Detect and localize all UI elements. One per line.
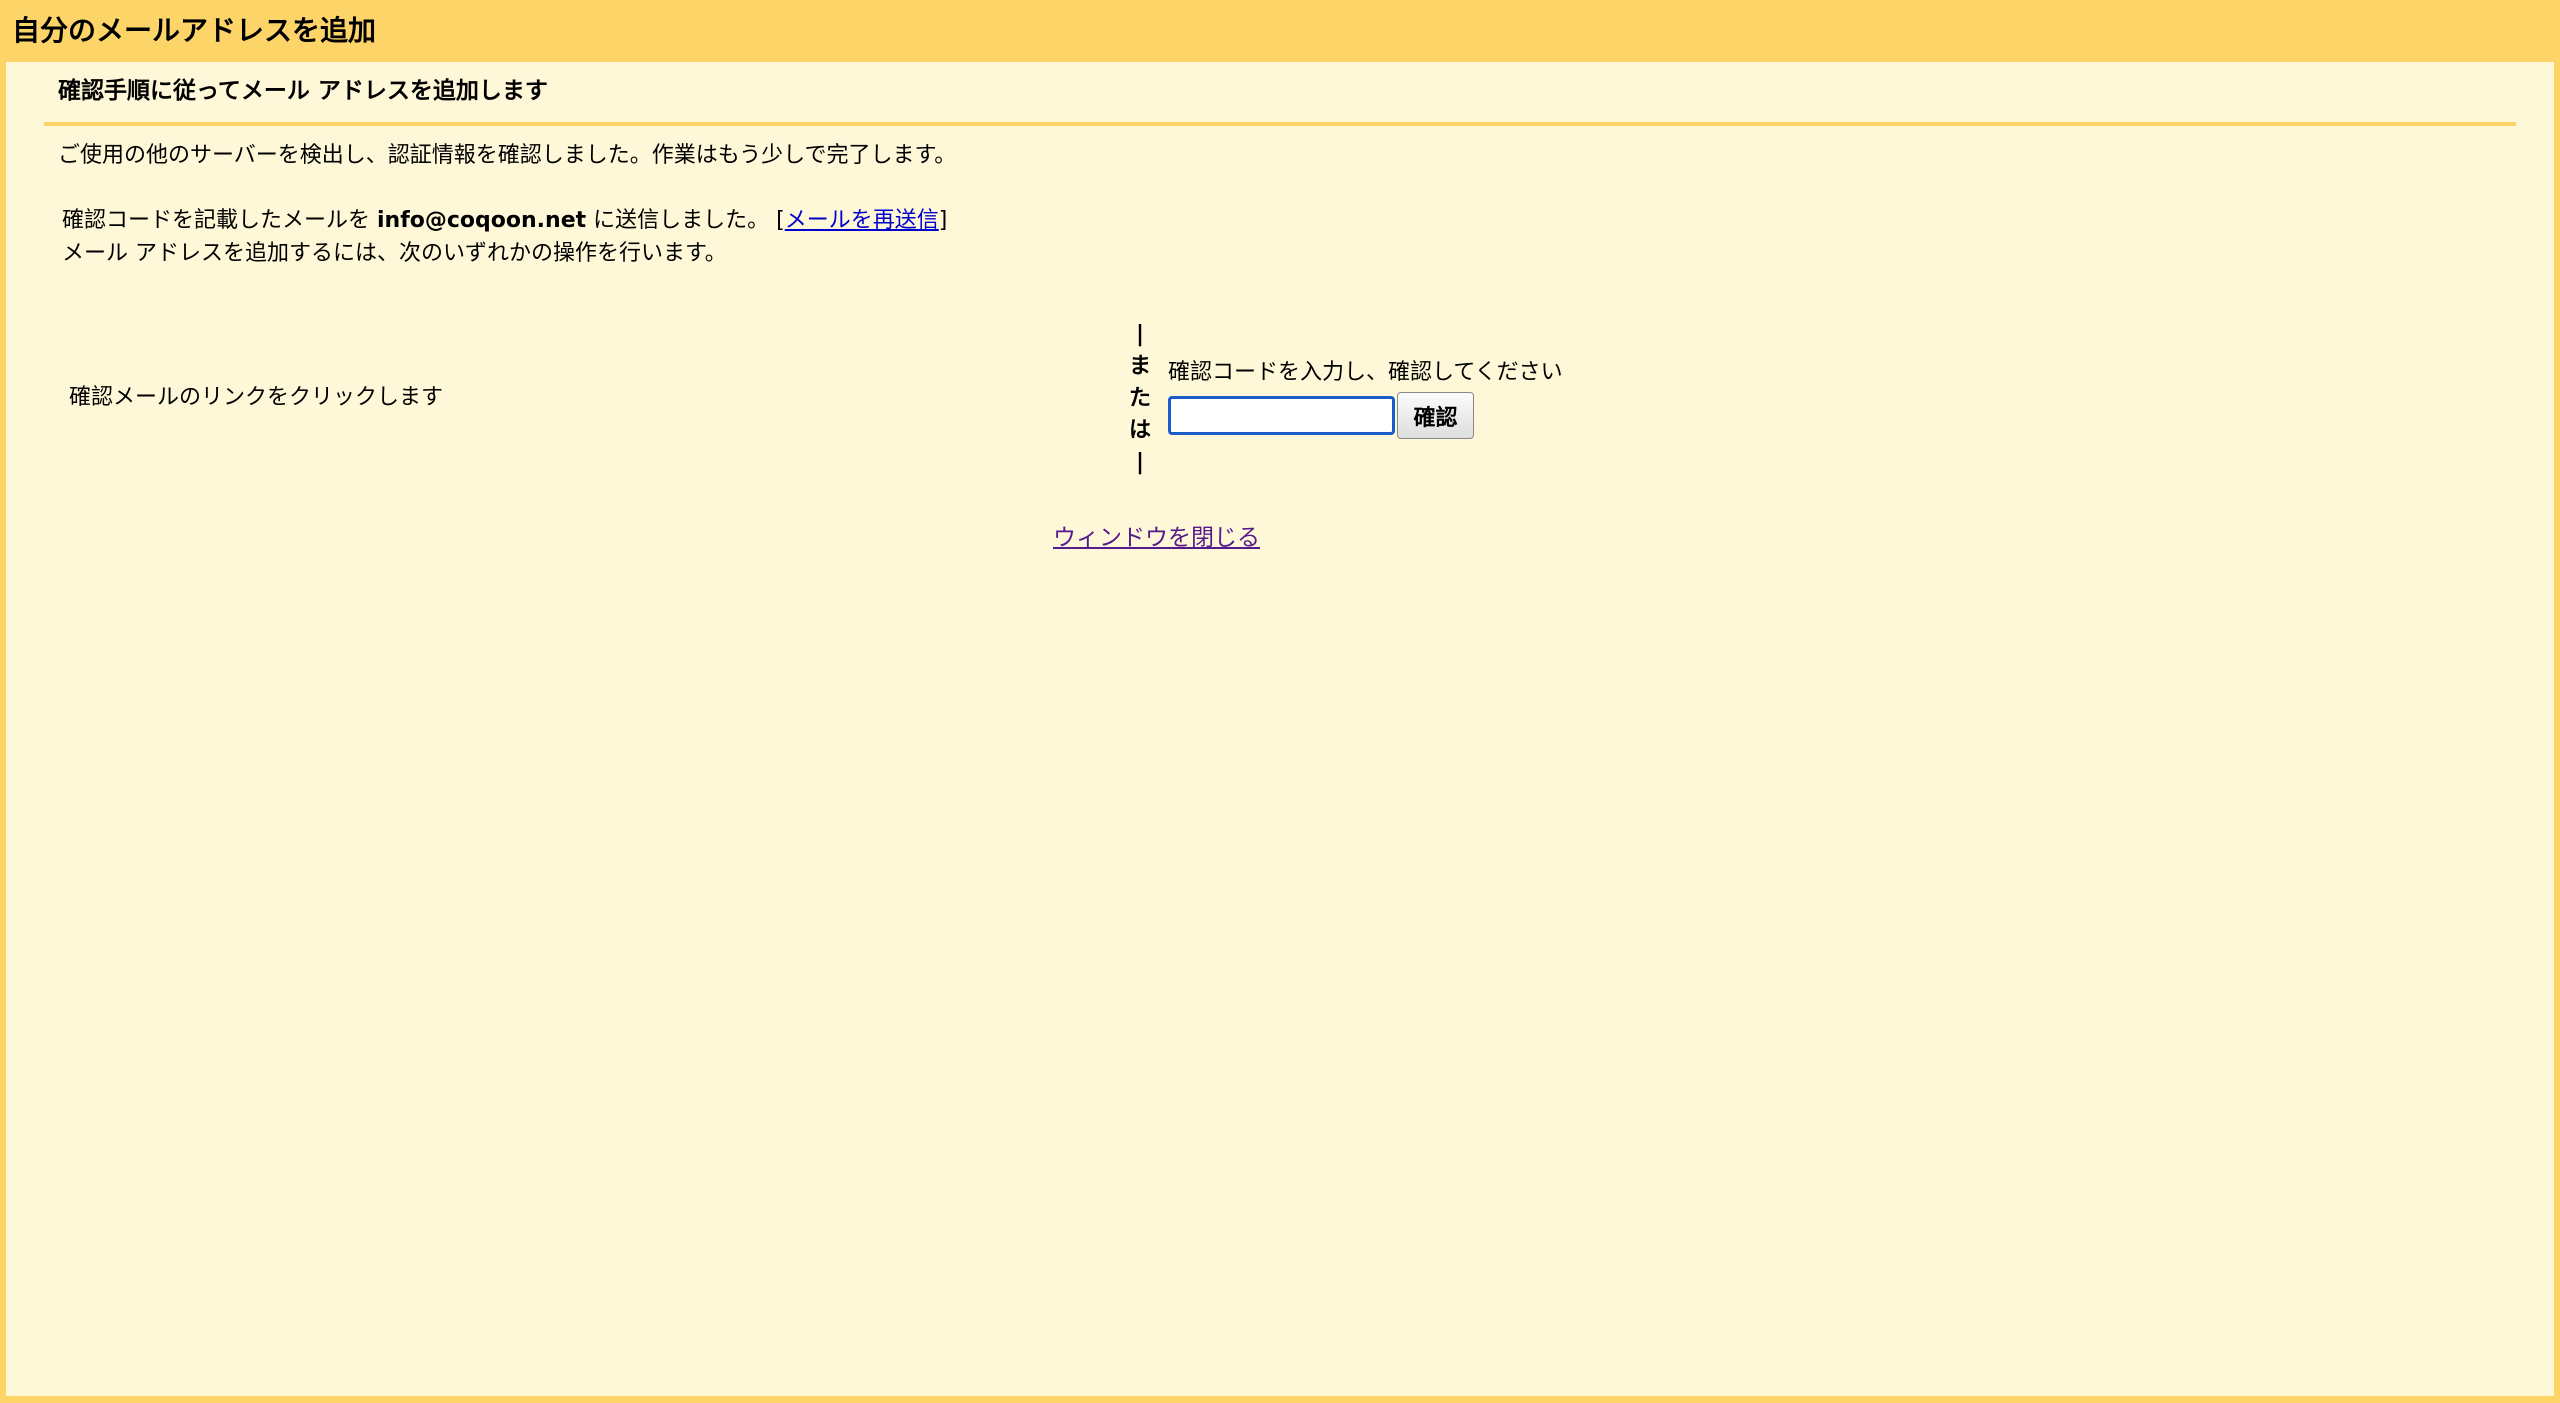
verification-sent-message: 確認コードを記載したメールを info@coqoon.net に送信しました。 … xyxy=(62,206,947,236)
or-separator-line-top: | xyxy=(1135,322,1145,347)
or-separator: | ま た は | xyxy=(1126,319,1154,479)
click-link-option: 確認メールのリンクをクリックします xyxy=(69,385,444,410)
verification-panel: 確認手順に従ってメール アドレスを追加します ご使用の他のサーバーを検出し、認証… xyxy=(6,62,2554,1396)
sent-suffix: に送信しました。 [ xyxy=(586,208,785,233)
or-separator-char-ta: た xyxy=(1128,386,1151,411)
add-address-instruction: メール アドレスを追加するには、次のいずれかの操作を行います。 xyxy=(62,241,727,266)
close-window-link[interactable]: ウィンドウを閉じる xyxy=(1053,523,1260,553)
or-separator-line-bottom: | xyxy=(1135,450,1145,475)
confirm-button[interactable]: 確認 xyxy=(1397,392,1474,439)
or-separator-char-ma: ま xyxy=(1128,354,1151,379)
verification-code-input[interactable] xyxy=(1168,396,1395,435)
window-title: 自分のメールアドレスを追加 xyxy=(12,14,377,47)
email-address: info@coqoon.net xyxy=(377,208,587,233)
sent-prefix: 確認コードを記載したメールを xyxy=(62,208,377,233)
or-separator-char-ha: は xyxy=(1128,418,1151,443)
add-email-window: 自分のメールアドレスを追加 確認手順に従ってメール アドレスを追加します ご使用… xyxy=(0,0,2560,1403)
resend-email-link[interactable]: メールを再送信 xyxy=(785,208,939,233)
heading-divider xyxy=(44,122,2516,126)
server-detected-message: ご使用の他のサーバーを検出し、認証情報を確認しました。作業はもう少しで完了します… xyxy=(58,143,957,168)
resend-bracket-close: ] xyxy=(938,208,948,233)
enter-code-label: 確認コードを入力し、確認してください xyxy=(1168,360,1563,385)
section-heading: 確認手順に従ってメール アドレスを追加します xyxy=(58,78,548,104)
window-titlebar: 自分のメールアドレスを追加 xyxy=(0,0,2560,62)
